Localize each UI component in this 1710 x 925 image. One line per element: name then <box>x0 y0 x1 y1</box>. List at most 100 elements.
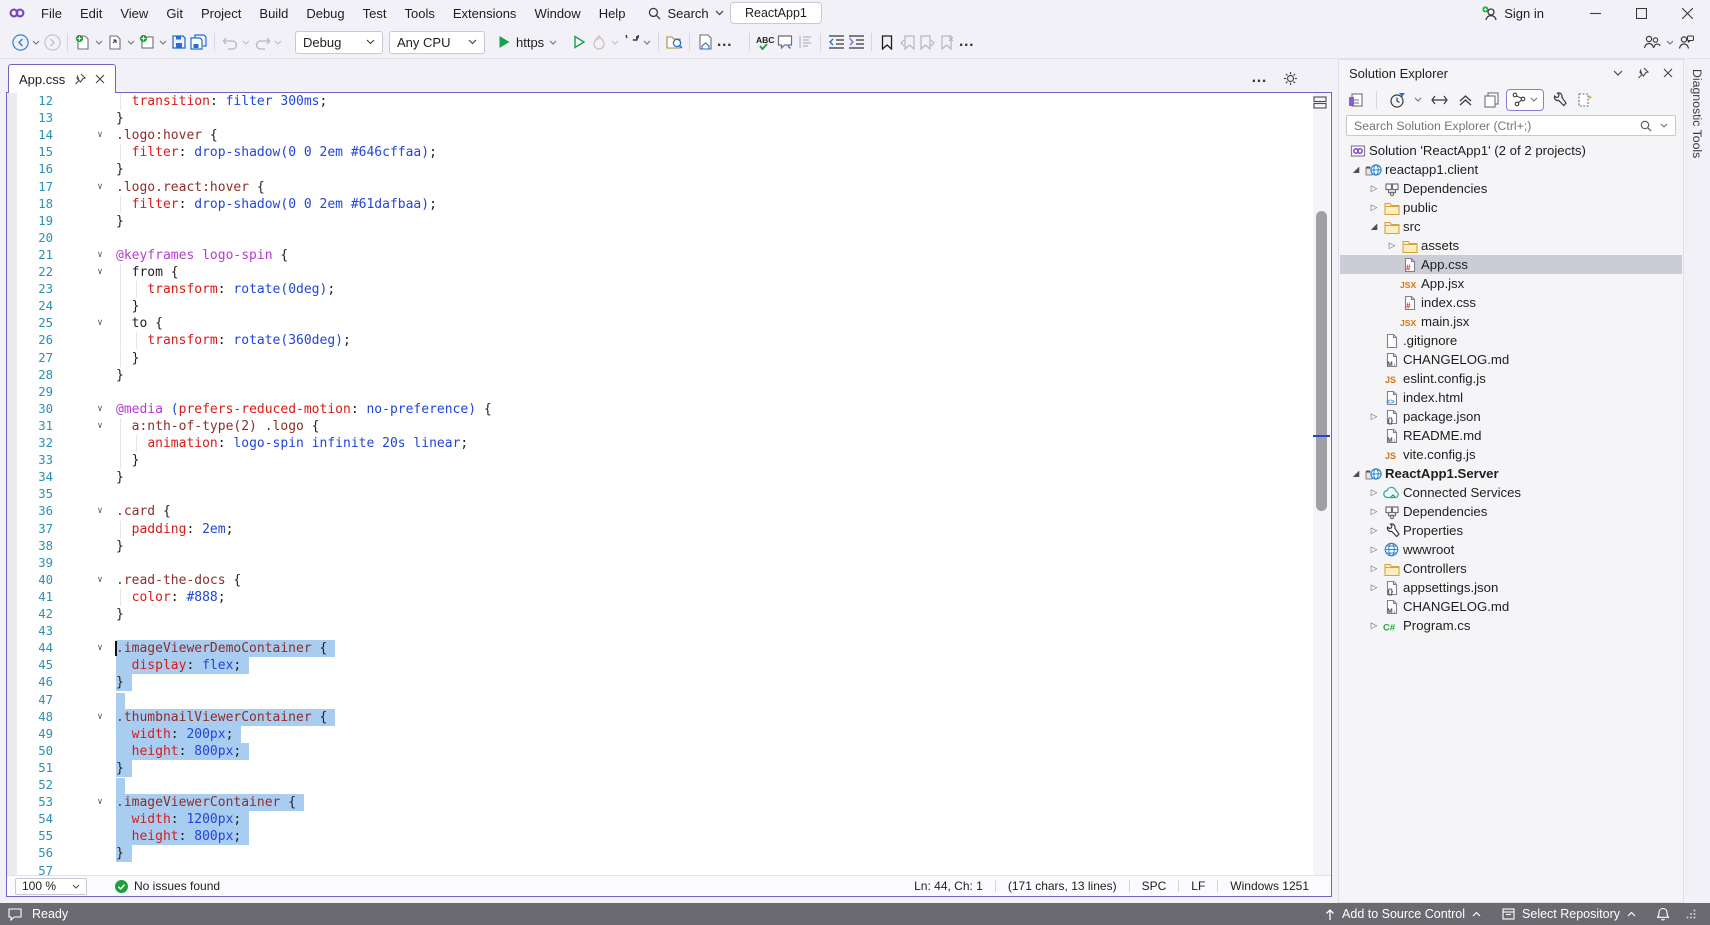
code-line-13[interactable]: 13} <box>7 110 1331 127</box>
code-line-21[interactable]: 21∨@keyframes logo-spin { <box>7 247 1331 264</box>
filter-dropdown-icon[interactable] <box>1412 89 1424 111</box>
code-line-28[interactable]: 28} <box>7 367 1331 384</box>
resize-grip-icon[interactable] <box>1686 909 1696 919</box>
minimize-button[interactable] <box>1572 0 1618 26</box>
code-editor[interactable]: 12 transition: filter 300ms;13}14∨.logo:… <box>6 92 1332 897</box>
fold-collapse-icon[interactable]: ∨ <box>93 179 107 196</box>
tree-item-index-css[interactable]: #index.css <box>1340 293 1682 312</box>
maximize-button[interactable] <box>1618 0 1664 26</box>
code-line-49[interactable]: 49 width: 200px; <box>7 726 1331 743</box>
tree-item-app-css[interactable]: #App.css <box>1340 255 1682 274</box>
editor-status-item[interactable]: SPC <box>1130 879 1179 893</box>
menu-test[interactable]: Test <box>354 3 396 24</box>
save-all-button[interactable] <box>189 31 209 53</box>
tree-item-changelog-md[interactable]: M↓CHANGELOG.md <box>1340 350 1682 369</box>
undo-dropdown[interactable] <box>240 31 252 53</box>
code-line-34[interactable]: 34} <box>7 469 1331 486</box>
expander-collapsed-icon[interactable]: ▷ <box>1366 582 1382 593</box>
new-file-dropdown[interactable] <box>93 31 105 53</box>
tree-item-dependencies[interactable]: ▷Dependencies <box>1340 502 1682 521</box>
send-feedback-button[interactable] <box>1676 31 1696 53</box>
tree-item-reactapp1-server[interactable]: ◢ReactApp1.Server <box>1340 464 1682 483</box>
add-item-dropdown[interactable] <box>157 31 169 53</box>
tree-item-app-jsx[interactable]: JSXApp.jsx <box>1340 274 1682 293</box>
editor-status-item[interactable]: LF <box>1179 879 1217 893</box>
editor-status-item[interactable]: Ln: 44, Ch: 1 <box>902 879 995 893</box>
code-line-16[interactable]: 16} <box>7 161 1331 178</box>
code-line-29[interactable]: 29 <box>7 384 1331 401</box>
new-file-button[interactable] <box>73 31 93 53</box>
expander-collapsed-icon[interactable]: ▷ <box>1366 544 1382 555</box>
tree-item-controllers[interactable]: ▷Controllers <box>1340 559 1682 578</box>
undo-button[interactable] <box>220 31 240 53</box>
add-to-source-control-button[interactable]: Add to Source Control <box>1325 907 1481 921</box>
text-editor-overflow-button[interactable]: … <box>957 31 977 53</box>
code-line-41[interactable]: 41 color: #888; <box>7 589 1331 606</box>
code-line-30[interactable]: 30∨@media (prefers-reduced-motion: no-pr… <box>7 401 1331 418</box>
code-line-42[interactable]: 42} <box>7 606 1331 623</box>
next-bookmark-button[interactable] <box>917 31 937 53</box>
fold-collapse-icon[interactable]: ∨ <box>93 503 107 520</box>
fold-collapse-icon[interactable]: ∨ <box>93 418 107 435</box>
split-window-icon[interactable] <box>1313 96 1327 109</box>
solution-platform-select[interactable]: Any CPU <box>389 31 485 54</box>
code-line-40[interactable]: 40∨.read-the-docs { <box>7 572 1331 589</box>
code-line-52[interactable]: 52 <box>7 777 1331 794</box>
toggle-bookmark-button[interactable] <box>877 31 897 53</box>
tree-item-connected-services[interactable]: ▷Connected Services <box>1340 483 1682 502</box>
code-line-24[interactable]: 24 } <box>7 298 1331 315</box>
code-line-17[interactable]: 17∨.logo.react:hover { <box>7 179 1331 196</box>
fold-collapse-icon[interactable]: ∨ <box>93 264 107 281</box>
code-line-46[interactable]: 46} <box>7 674 1331 691</box>
code-line-51[interactable]: 51} <box>7 760 1331 777</box>
expander-expanded-icon[interactable]: ◢ <box>1348 164 1364 175</box>
zoom-select[interactable]: 100 % <box>15 878 87 895</box>
tree-item-main-jsx[interactable]: JSXmain.jsx <box>1340 312 1682 331</box>
code-line-35[interactable]: 35 <box>7 486 1331 503</box>
notifications-bell-icon[interactable] <box>1657 907 1669 921</box>
fold-collapse-icon[interactable]: ∨ <box>93 401 107 418</box>
solution-explorer-header[interactable]: Solution Explorer <box>1339 60 1683 86</box>
tab-diagnostic-tools[interactable]: Diagnostic Tools <box>1690 69 1704 158</box>
navigate-back-button[interactable] <box>10 31 30 53</box>
document-overflow-button[interactable]: … <box>1251 69 1269 87</box>
tree-item-changelog-md[interactable]: M↓CHANGELOG.md <box>1340 597 1682 616</box>
menu-git[interactable]: Git <box>157 3 192 24</box>
expander-collapsed-icon[interactable]: ▷ <box>1366 202 1382 213</box>
code-line-50[interactable]: 50 height: 800px; <box>7 743 1331 760</box>
menu-project[interactable]: Project <box>192 3 250 24</box>
code-line-33[interactable]: 33 } <box>7 452 1331 469</box>
tree-item-vite-config-js[interactable]: JSvite.config.js <box>1340 445 1682 464</box>
code-line-14[interactable]: 14∨.logo:hover { <box>7 127 1331 144</box>
code-line-18[interactable]: 18 filter: drop-shadow(0 0 2em #61dafbaa… <box>7 196 1331 213</box>
expander-collapsed-icon[interactable]: ▷ <box>1366 411 1382 422</box>
close-button[interactable] <box>1664 0 1710 26</box>
collapse-all-icon[interactable] <box>1454 89 1476 111</box>
tree-item-program-cs[interactable]: ▷C#Program.cs <box>1340 616 1682 635</box>
toggle-comment-button[interactable] <box>775 31 795 53</box>
copy-icon[interactable] <box>1480 89 1502 111</box>
hot-reload-dropdown[interactable] <box>609 31 621 53</box>
pending-changes-filter-icon[interactable] <box>1386 89 1408 111</box>
preview-selected-items-icon[interactable] <box>1574 89 1596 111</box>
navigate-back-dropdown[interactable] <box>30 31 42 53</box>
add-item-button[interactable] <box>137 31 157 53</box>
menu-file[interactable]: File <box>32 3 71 24</box>
increase-indent-button[interactable]: 2 <box>846 31 866 53</box>
live-share-button[interactable] <box>1642 31 1662 53</box>
code-line-47[interactable]: 47 <box>7 692 1331 709</box>
start-without-debugging-button[interactable] <box>569 31 589 53</box>
menu-edit[interactable]: Edit <box>71 3 111 24</box>
menu-view[interactable]: View <box>111 3 157 24</box>
expander-collapsed-icon[interactable]: ▷ <box>1366 525 1382 536</box>
issues-indicator[interactable]: No issues found <box>115 879 220 893</box>
redo-dropdown[interactable] <box>272 31 284 53</box>
clear-bookmarks-button[interactable] <box>937 31 957 53</box>
tree-item-index-html[interactable]: <>index.html <box>1340 388 1682 407</box>
close-tab-icon[interactable] <box>95 74 105 84</box>
tree-item-properties[interactable]: ▷Properties <box>1340 521 1682 540</box>
decrease-indent-button[interactable] <box>826 31 846 53</box>
code-line-55[interactable]: 55 height: 800px; <box>7 828 1331 845</box>
code-line-25[interactable]: 25∨ to { <box>7 315 1331 332</box>
expander-collapsed-icon[interactable]: ▷ <box>1366 487 1382 498</box>
